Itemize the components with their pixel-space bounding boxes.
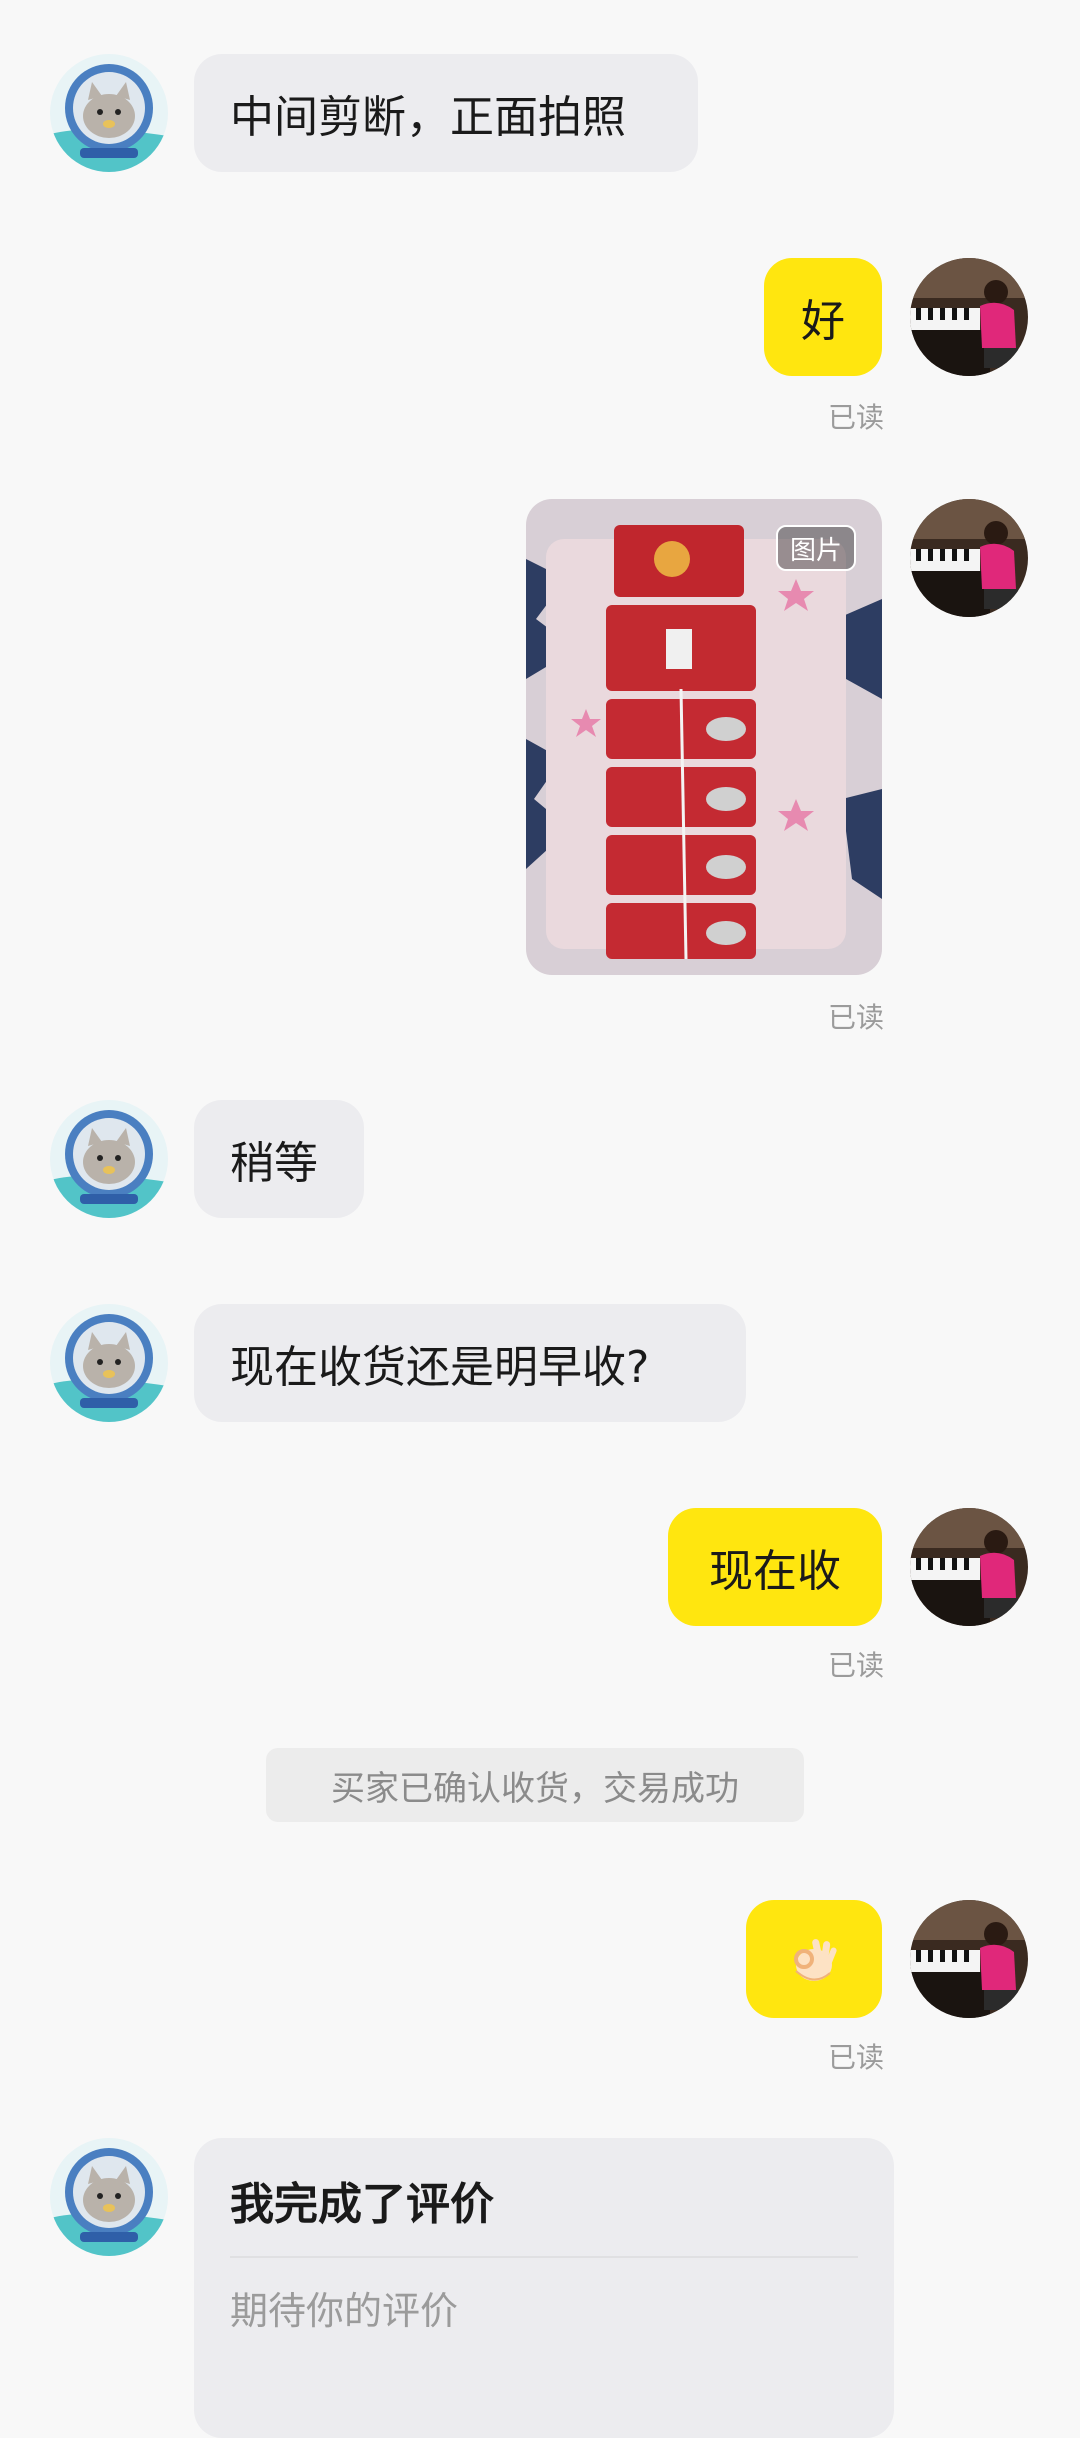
read-status: 已读 <box>828 1001 885 1034</box>
chat-thread: 中间剪断，正面拍照 好 已读 图片 已读 稍等 现在收货还是明早收? 现在收 已… <box>0 0 1080 2438</box>
message-text: 中间剪断，正面拍照 <box>230 92 626 143</box>
review-card-divider <box>230 2256 858 2258</box>
review-card[interactable]: 我完成了评价 期待你的评价 <box>194 2138 894 2438</box>
cat-avatar-icon <box>50 54 168 172</box>
seller-avatar[interactable] <box>50 1100 168 1218</box>
message-bubble-outgoing[interactable]: 现在收 <box>668 1508 882 1626</box>
my-avatar[interactable] <box>910 1900 1028 2018</box>
piano-girl-avatar-icon <box>910 1900 1028 2018</box>
message-text: 现在收货还是明早收? <box>230 1342 650 1393</box>
cat-avatar-icon <box>50 1100 168 1218</box>
read-status: 已读 <box>828 401 885 434</box>
read-status: 已读 <box>828 1649 885 1682</box>
seller-avatar[interactable] <box>50 54 168 172</box>
message-bubble-outgoing[interactable]: 好 <box>764 258 882 376</box>
my-avatar[interactable] <box>910 1508 1028 1626</box>
message-text: 现在收 <box>709 1546 841 1597</box>
cat-avatar-icon <box>50 2138 168 2256</box>
review-card-title: 我完成了评价 <box>230 2179 494 2230</box>
image-tag-badge: 图片 <box>775 525 856 571</box>
message-bubble-incoming[interactable]: 现在收货还是明早收? <box>194 1304 746 1422</box>
message-text: 好 <box>801 296 845 347</box>
piano-girl-avatar-icon <box>910 1508 1028 1626</box>
seller-avatar[interactable] <box>50 2138 168 2256</box>
cat-avatar-icon <box>50 1304 168 1422</box>
my-avatar[interactable] <box>910 258 1028 376</box>
piano-girl-avatar-icon <box>910 258 1028 376</box>
message-bubble-incoming[interactable]: 稍等 <box>194 1100 364 1218</box>
seller-avatar[interactable] <box>50 1304 168 1422</box>
message-bubble-incoming[interactable]: 中间剪断，正面拍照 <box>194 54 698 172</box>
ok-hand-icon <box>794 1939 837 1981</box>
read-status: 已读 <box>828 2041 885 2074</box>
message-bubble-outgoing[interactable] <box>746 1900 882 2018</box>
piano-girl-avatar-icon <box>910 499 1028 617</box>
message-image[interactable]: 图片 <box>526 499 882 975</box>
system-notice: 买家已确认收货，交易成功 <box>266 1748 804 1822</box>
message-text: 稍等 <box>230 1138 318 1189</box>
my-avatar[interactable] <box>910 499 1028 617</box>
review-card-subtitle: 期待你的评价 <box>230 2289 459 2333</box>
